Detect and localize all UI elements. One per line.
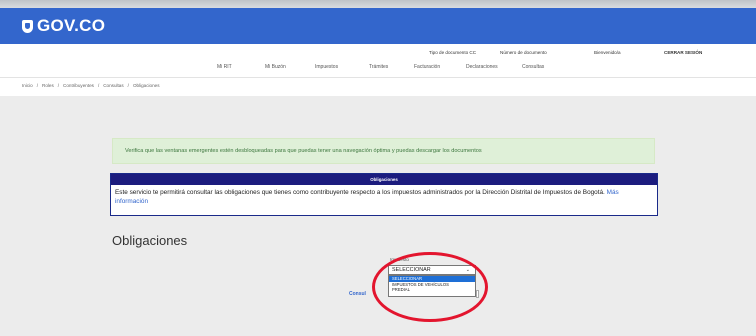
breadcrumb-separator: / [36,83,39,88]
logout-link[interactable]: CERRAR SESIÓN [664,50,702,55]
nav-item-consultas[interactable]: Consultas [522,64,544,70]
breadcrumb-item-obligaciones: Obligaciones [132,83,160,88]
breadcrumb-item-inicio[interactable]: Inicio [22,83,33,88]
page-title: Obligaciones [112,233,188,248]
browser-top-band [0,0,756,8]
breadcrumb-item-contribuyentes[interactable]: Contribuyentes [63,83,94,88]
nav-item-declaraciones[interactable]: Declaraciones [466,64,498,70]
nav-item-tramites[interactable]: Trámites [369,64,388,70]
nav-item-mi-rit[interactable]: Mi RIT [217,64,232,70]
doc-type-label: Tipo de documento CC [429,50,477,55]
nav-item-impuestos[interactable]: Impuestos [315,64,338,70]
breadcrumb: Inicio / Roles / Contribuyentes / Consultas / Ob… [22,83,160,88]
info-description: Este servicio te permitirá consultar las… [115,189,605,196]
service-info-box: Obligaciones Este servicio te permitirá … [110,173,658,216]
nav-item-mi-buzon[interactable]: Mi Buzón [265,64,286,70]
breadcrumb-item-roles[interactable]: Roles [42,83,54,88]
nav-item-facturacion[interactable]: Facturación [414,64,440,70]
nav-divider [0,77,756,78]
breadcrumb-separator: / [127,83,129,88]
breadcrumb-separator: / [57,83,60,88]
consult-button[interactable]: Consul [349,291,366,297]
highlight-circle-annotation [372,252,488,322]
doc-number-label: Número de documento [500,50,547,55]
gov-logo-text: GOV.CO [37,16,106,35]
breadcrumb-separator: / [97,83,100,88]
info-box-body: Este servicio te permitirá consultar las… [111,185,657,209]
popup-warning-alert: Verifica que las ventanas emergentes est… [112,138,655,164]
welcome-label: Bienvenido/a [594,50,621,55]
gov-shield-icon [22,19,33,33]
breadcrumb-item-consultas[interactable]: Consultas [103,83,123,88]
gov-header-bar: GOV.CO [0,8,756,44]
gov-logo[interactable]: GOV.CO [22,16,105,36]
alert-text: Verifica que las ventanas emergentes est… [125,148,482,154]
info-box-header: Obligaciones [111,174,657,185]
